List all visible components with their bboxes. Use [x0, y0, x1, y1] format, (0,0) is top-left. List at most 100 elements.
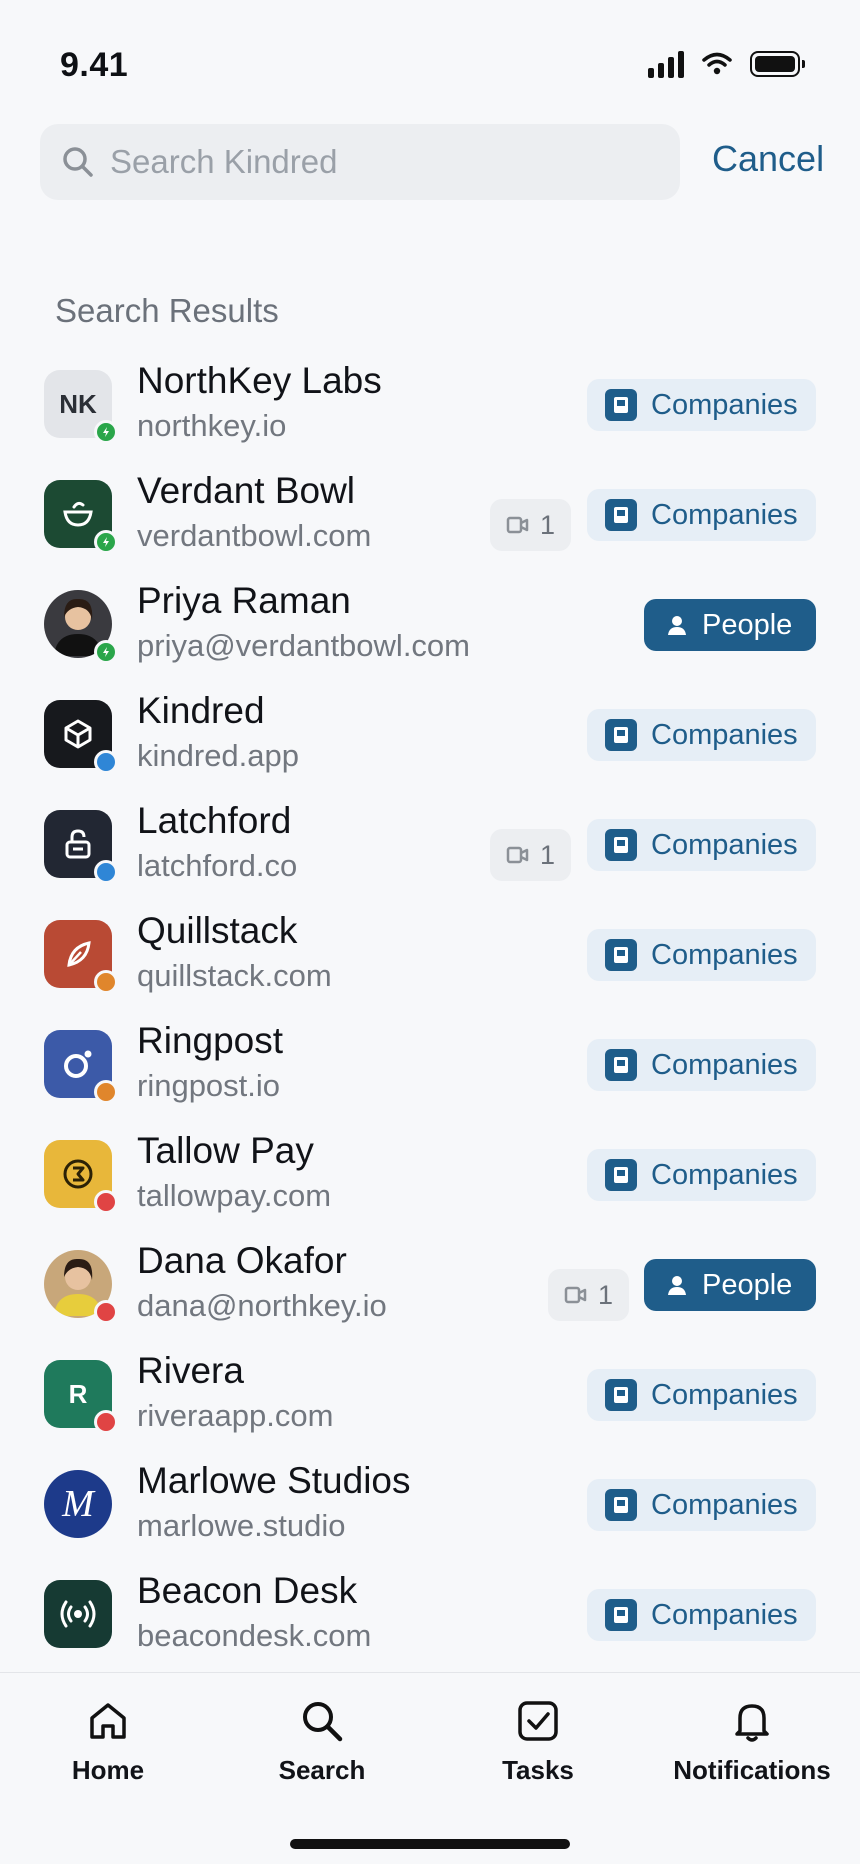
companies-tag[interactable]: Companies: [587, 1149, 816, 1201]
building-icon: [605, 499, 637, 531]
building-icon: [605, 719, 637, 751]
person-icon: [666, 614, 688, 636]
result-subtitle: marlowe.studio: [137, 1508, 346, 1543]
tab-notifications-label: Notifications: [673, 1755, 831, 1785]
status-dot: [94, 420, 118, 444]
section-title: Search Results: [55, 292, 279, 329]
result-row[interactable]: NK NorthKey Labs northkey.io Companies: [0, 350, 860, 460]
result-row[interactable]: M Marlowe Studios marlowe.studio Compani…: [0, 1450, 860, 1560]
companies-tag[interactable]: Companies: [587, 489, 816, 541]
cancel-button[interactable]: Cancel: [712, 138, 824, 180]
result-row[interactable]: Verdant Bowl verdantbowl.com 1 Companies: [0, 460, 860, 570]
result-row[interactable]: Quillstack quillstack.com Companies: [0, 900, 860, 1010]
result-title: Verdant Bowl: [137, 470, 356, 511]
result-row[interactable]: Priya Raman priya@verdantbowl.com People: [0, 570, 860, 680]
result-title: Latchford: [137, 800, 292, 841]
avatar-initials: R: [68, 1378, 88, 1409]
tag-label: Companies: [651, 718, 798, 751]
tag-label: Companies: [651, 498, 798, 531]
avatar: [44, 920, 118, 994]
tag-label: Companies: [651, 828, 798, 861]
result-row[interactable]: Tallow Pay tallowpay.com Companies: [0, 1120, 860, 1230]
tab-search[interactable]: Search: [222, 1699, 422, 1786]
result-title: Ringpost: [137, 1020, 284, 1061]
status-dot: [94, 970, 118, 994]
tag-label: Companies: [651, 1158, 798, 1191]
tab-tasks-label: Tasks: [502, 1755, 574, 1785]
result-row[interactable]: R Rivera riveraapp.com Companies: [0, 1340, 860, 1450]
avatar: [44, 480, 118, 554]
result-title: Tallow Pay: [137, 1130, 314, 1171]
video-icon: [564, 1285, 588, 1305]
status-dot: [94, 1080, 118, 1104]
person-icon: [668, 616, 686, 635]
result-subtitle: ringpost.io: [137, 1068, 281, 1103]
building-icon: [605, 1049, 637, 1081]
result-row[interactable]: Kindred kindred.app Companies: [0, 680, 860, 790]
result-subtitle: latchford.co: [137, 848, 298, 883]
result-row[interactable]: Dana Okafor dana@northkey.io 1 People: [0, 1230, 860, 1340]
result-row[interactable]: Ringpost ringpost.io Companies: [0, 1010, 860, 1120]
home-indicator: [290, 1839, 570, 1849]
companies-tag[interactable]: Companies: [587, 1039, 816, 1091]
search-bar[interactable]: [40, 124, 680, 200]
result-subtitle: dana@northkey.io: [137, 1288, 387, 1323]
avatar-initials: NK: [59, 388, 97, 419]
people-tag[interactable]: People: [644, 599, 816, 651]
tab-home-label: Home: [71, 1755, 145, 1785]
tag-label: Companies: [651, 1488, 798, 1521]
tag-label: Companies: [651, 1598, 798, 1631]
building-icon: [605, 389, 637, 421]
avatar: [44, 1250, 118, 1324]
wifi-icon: [702, 52, 732, 75]
person-icon: [666, 1274, 688, 1296]
avatar: R: [44, 1360, 118, 1434]
companies-tag[interactable]: Companies: [587, 1369, 816, 1421]
status-icons: [648, 50, 805, 78]
status-dot: [94, 530, 118, 554]
result-subtitle: priya@verdantbowl.com: [137, 628, 470, 663]
building-icon: [605, 1599, 637, 1631]
avatar: [44, 1030, 118, 1104]
search-results-list: NK NorthKey Labs northkey.io Companies V…: [0, 350, 860, 1670]
result-subtitle: northkey.io: [137, 408, 287, 443]
tab-notifications[interactable]: Notifications: [652, 1699, 852, 1786]
meeting-count: 1: [540, 839, 556, 870]
battery-icon: [750, 51, 805, 77]
tag-label: Companies: [651, 388, 798, 421]
result-subtitle: kindred.app: [137, 738, 300, 773]
tab-home[interactable]: Home: [8, 1699, 208, 1786]
video-icon: [506, 845, 530, 865]
result-title: Marlowe Studios: [137, 1460, 411, 1501]
result-subtitle: tallowpay.com: [137, 1178, 332, 1213]
result-row[interactable]: Beacon Desk beacondesk.com Companies: [0, 1560, 860, 1670]
avatar: NK: [44, 370, 118, 444]
avatar: [44, 700, 118, 774]
tab-tasks[interactable]: Tasks: [438, 1699, 638, 1786]
people-tag[interactable]: People: [644, 1259, 816, 1311]
checkbox-icon: [518, 1701, 558, 1741]
companies-tag[interactable]: Companies: [587, 1479, 816, 1531]
video-icon: [506, 515, 530, 535]
companies-tag[interactable]: Companies: [587, 819, 816, 871]
companies-tag[interactable]: Companies: [587, 709, 816, 761]
result-subtitle: verdantbowl.com: [137, 518, 372, 553]
result-title: Kindred: [137, 690, 265, 731]
meeting-count-chip[interactable]: 1: [548, 1269, 630, 1321]
avatar: [44, 810, 118, 884]
home-icon: [90, 1703, 126, 1739]
meeting-count: 1: [540, 509, 556, 540]
companies-tag[interactable]: Companies: [587, 1589, 816, 1641]
meeting-count-chip[interactable]: 1: [490, 499, 572, 551]
avatar: [44, 1140, 118, 1214]
search-input[interactable]: [110, 143, 630, 181]
meeting-count-chip[interactable]: 1: [490, 829, 572, 881]
lock-icon: [61, 827, 95, 861]
bell-icon: [735, 1704, 769, 1742]
result-row[interactable]: Latchford latchford.co 1 Companies: [0, 790, 860, 900]
person-icon: [668, 1276, 686, 1295]
companies-tag[interactable]: Companies: [587, 929, 816, 981]
building-icon: [605, 1379, 637, 1411]
result-title: NorthKey Labs: [137, 360, 382, 401]
companies-tag[interactable]: Companies: [587, 379, 816, 431]
